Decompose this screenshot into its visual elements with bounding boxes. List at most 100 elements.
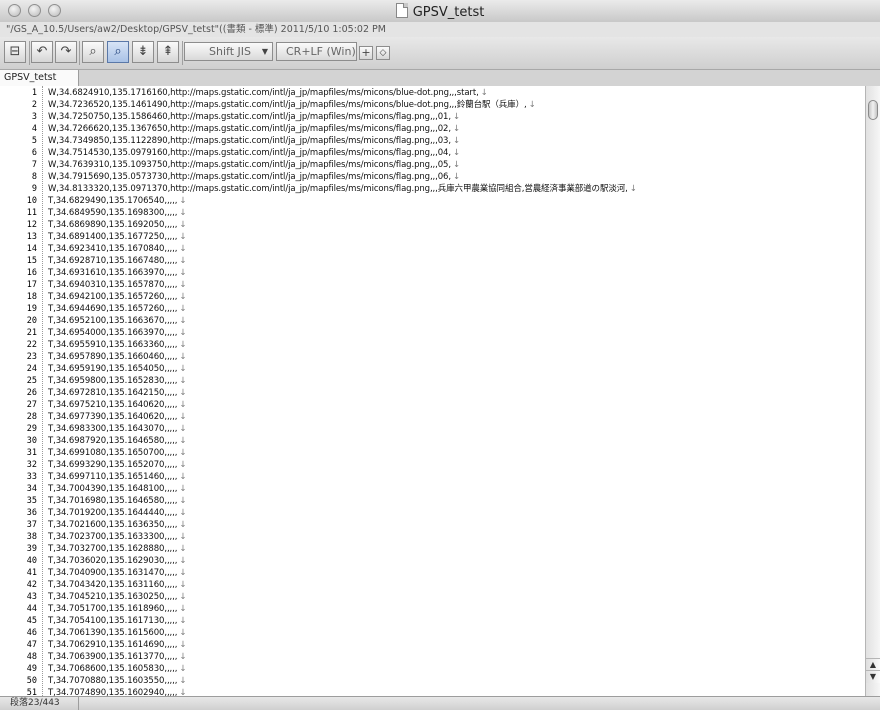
editor-line[interactable]: 16 T,34.6931610,135.1663970,,,,, ↓	[0, 267, 865, 279]
editor-line[interactable]: 32 T,34.6993290,135.1652070,,,,, ↓	[0, 459, 865, 471]
editor-line[interactable]: 45 T,34.7054100,135.1617130,,,,, ↓	[0, 615, 865, 627]
editor-line[interactable]: 20 T,34.6952100,135.1663670,,,,, ↓	[0, 315, 865, 327]
editor-line[interactable]: 6 W,34.7514530,135.0979160,http://maps.gs…	[0, 147, 865, 159]
line-number: 13	[26, 232, 37, 242]
status-bar: 段落23/443	[0, 696, 880, 710]
editor-line[interactable]: 5 W,34.7349850,135.1122890,http://maps.gs…	[0, 135, 865, 147]
find-next-button[interactable]: ⇟	[132, 41, 154, 63]
editor-line[interactable]: 49 T,34.7068600,135.1605830,,,,, ↓	[0, 663, 865, 675]
file-path-bar: "/GS_A_10.5/Users/aw2/Desktop/GPSV_tetst…	[0, 22, 880, 37]
line-content: W,34.7915690,135.0573730,http://maps.gst…	[48, 172, 451, 182]
title-bar[interactable]: GPSV_tetst	[0, 0, 880, 23]
line-number: 10	[26, 196, 37, 206]
editor-line[interactable]: 28 T,34.6977390,135.1640620,,,,, ↓	[0, 411, 865, 423]
editor-line[interactable]: 13 T,34.6891400,135.1677250,,,,, ↓	[0, 231, 865, 243]
find-up-icon: ⇞	[162, 44, 174, 59]
editor-line[interactable]: 23 T,34.6957890,135.1660460,,,,, ↓	[0, 351, 865, 363]
editor-line[interactable]: 4 W,34.7266620,135.1367650,http://maps.gs…	[0, 123, 865, 135]
editor-line[interactable]: 46 T,34.7061390,135.1615600,,,,, ↓	[0, 627, 865, 639]
line-end-mark-icon: ↓	[179, 544, 187, 554]
line-text: W,34.6824910,135.1716160,http://maps.gst…	[48, 87, 488, 99]
line-content: T,34.6849590,135.1698300,,,,,	[48, 208, 178, 218]
line-content: T,34.6931610,135.1663970,,,,,	[48, 268, 178, 278]
editor-line[interactable]: 17 T,34.6940310,135.1657870,,,,, ↓	[0, 279, 865, 291]
editor-line[interactable]: 34 T,34.7004390,135.1648100,,,,, ↓	[0, 483, 865, 495]
editor-line[interactable]: 19 T,34.6944690,135.1657260,,,,, ↓	[0, 303, 865, 315]
find-down-icon: ⇟	[137, 44, 149, 59]
scrollbar-thumb[interactable]	[868, 100, 878, 120]
find-button[interactable]: ⌕	[82, 41, 104, 63]
tab-label: GPSV_tetst	[4, 72, 57, 83]
line-number: 31	[26, 448, 37, 458]
editor-line[interactable]: 37 T,34.7021600,135.1636350,,,,, ↓	[0, 519, 865, 531]
editor-line[interactable]: 39 T,34.7032700,135.1628880,,,,, ↓	[0, 543, 865, 555]
encoding-select[interactable]: Shift JIS ▼	[184, 42, 273, 61]
editor-line[interactable]: 26 T,34.6972810,135.1642150,,,,, ↓	[0, 387, 865, 399]
editor-line[interactable]: 51 T,34.7074890,135.1602940,,,,, ↓	[0, 687, 865, 696]
line-end-mark-icon: ↓	[452, 148, 461, 158]
redo-button[interactable]: ↷	[55, 41, 77, 63]
editor-line[interactable]: 33 T,34.6997110,135.1651460,,,,, ↓	[0, 471, 865, 483]
line-content: T,34.7045210,135.1630250,,,,,	[48, 592, 178, 602]
editor-line[interactable]: 30 T,34.6987920,135.1646580,,,,, ↓	[0, 435, 865, 447]
line-end-mark-icon: ↓	[179, 220, 187, 230]
editor-line[interactable]: 38 T,34.7023700,135.1633300,,,,, ↓	[0, 531, 865, 543]
line-end-mark-icon: ↓	[179, 604, 187, 614]
editor-line[interactable]: 31 T,34.6991080,135.1650700,,,,, ↓	[0, 447, 865, 459]
line-number: 48	[26, 652, 37, 662]
editor-line[interactable]: 1 W,34.6824910,135.1716160,http://maps.gs…	[0, 87, 865, 99]
tab-gpsv-tetst[interactable]: GPSV_tetst	[0, 70, 80, 86]
editor-line[interactable]: 25 T,34.6959800,135.1652830,,,,, ↓	[0, 375, 865, 387]
editor-line[interactable]: 21 T,34.6954000,135.1663970,,,,, ↓	[0, 327, 865, 339]
editor-line[interactable]: 10 T,34.6829490,135.1706540,,,,, ↓	[0, 195, 865, 207]
editor-line[interactable]: 35 T,34.7016980,135.1646580,,,,, ↓	[0, 495, 865, 507]
editor-line[interactable]: 22 T,34.6955910,135.1663360,,,,, ↓	[0, 339, 865, 351]
line-text: W,34.7915690,135.0573730,http://maps.gst…	[48, 171, 460, 183]
editor-line[interactable]: 9 W,34.8133320,135.0971370,http://maps.gs…	[0, 183, 865, 195]
line-end-mark-icon: ↓	[179, 592, 187, 602]
line-content: T,34.7051700,135.1618960,,,,,	[48, 604, 178, 614]
line-text: T,34.7054100,135.1617130,,,,, ↓	[48, 615, 187, 627]
editor-line[interactable]: 14 T,34.6923410,135.1670840,,,,, ↓	[0, 243, 865, 255]
editor-line[interactable]: 44 T,34.7051700,135.1618960,,,,, ↓	[0, 603, 865, 615]
save-button[interactable]: ⊟	[4, 41, 26, 63]
line-content: T,34.7019200,135.1644440,,,,,	[48, 508, 178, 518]
scroll-down-arrow[interactable]: ▼	[866, 670, 880, 683]
editor-line[interactable]: 24 T,34.6959190,135.1654050,,,,, ↓	[0, 363, 865, 375]
line-text: T,34.6959800,135.1652830,,,,, ↓	[48, 375, 187, 387]
undo-button[interactable]: ↶	[31, 41, 53, 63]
add-button[interactable]: +	[359, 46, 373, 60]
line-end-mark-icon: ↓	[179, 508, 187, 518]
line-ending-select[interactable]: CR+LF (Win)	[276, 42, 357, 61]
editor-line[interactable]: 11 T,34.6849590,135.1698300,,,,, ↓	[0, 207, 865, 219]
editor-line[interactable]: 36 T,34.7019200,135.1644440,,,,, ↓	[0, 507, 865, 519]
diamond-icon: ◇	[379, 48, 387, 58]
editor-line[interactable]: 41 T,34.7040900,135.1631470,,,,, ↓	[0, 567, 865, 579]
editor-line[interactable]: 12 T,34.6869890,135.1692050,,,,, ↓	[0, 219, 865, 231]
editor-line[interactable]: 27 T,34.6975210,135.1640620,,,,, ↓	[0, 399, 865, 411]
editor-line[interactable]: 3 W,34.7250750,135.1586460,http://maps.gs…	[0, 111, 865, 123]
editor-line[interactable]: 43 T,34.7045210,135.1630250,,,,, ↓	[0, 591, 865, 603]
editor-line[interactable]: 47 T,34.7062910,135.1614690,,,,, ↓	[0, 639, 865, 651]
line-number: 43	[26, 592, 37, 602]
editor-line[interactable]: 29 T,34.6983300,135.1643070,,,,, ↓	[0, 423, 865, 435]
line-text: T,34.6849590,135.1698300,,,,, ↓	[48, 207, 187, 219]
vertical-scrollbar[interactable]: ▲ ▼	[865, 86, 880, 696]
line-end-mark-icon: ↓	[179, 232, 187, 242]
editor-line[interactable]: 50 T,34.7070880,135.1603550,,,,, ↓	[0, 675, 865, 687]
options-button[interactable]: ◇	[376, 46, 390, 60]
editor-line[interactable]: 18 T,34.6942100,135.1657260,,,,, ↓	[0, 291, 865, 303]
editor-line[interactable]: 8 W,34.7915690,135.0573730,http://maps.gs…	[0, 171, 865, 183]
line-text: T,34.6891400,135.1677250,,,,, ↓	[48, 231, 187, 243]
editor-line[interactable]: 7 W,34.7639310,135.1093750,http://maps.gs…	[0, 159, 865, 171]
line-text: W,34.8133320,135.0971370,http://maps.gst…	[48, 183, 637, 195]
find-previous-button[interactable]: ⇞	[157, 41, 179, 63]
editor-line[interactable]: 42 T,34.7043420,135.1631160,,,,, ↓	[0, 579, 865, 591]
editor-line[interactable]: 40 T,34.7036020,135.1629030,,,,, ↓	[0, 555, 865, 567]
find-selection-button[interactable]: ⌕	[107, 41, 129, 63]
editor-line[interactable]: 15 T,34.6928710,135.1667480,,,,, ↓	[0, 255, 865, 267]
text-editor[interactable]: 1 W,34.6824910,135.1716160,http://maps.gs…	[0, 86, 865, 696]
editor-line[interactable]: 48 T,34.7063900,135.1613770,,,,, ↓	[0, 651, 865, 663]
line-content: W,34.7236520,135.1461490,http://maps.gst…	[48, 100, 527, 110]
editor-line[interactable]: 2 W,34.7236520,135.1461490,http://maps.gs…	[0, 99, 865, 111]
